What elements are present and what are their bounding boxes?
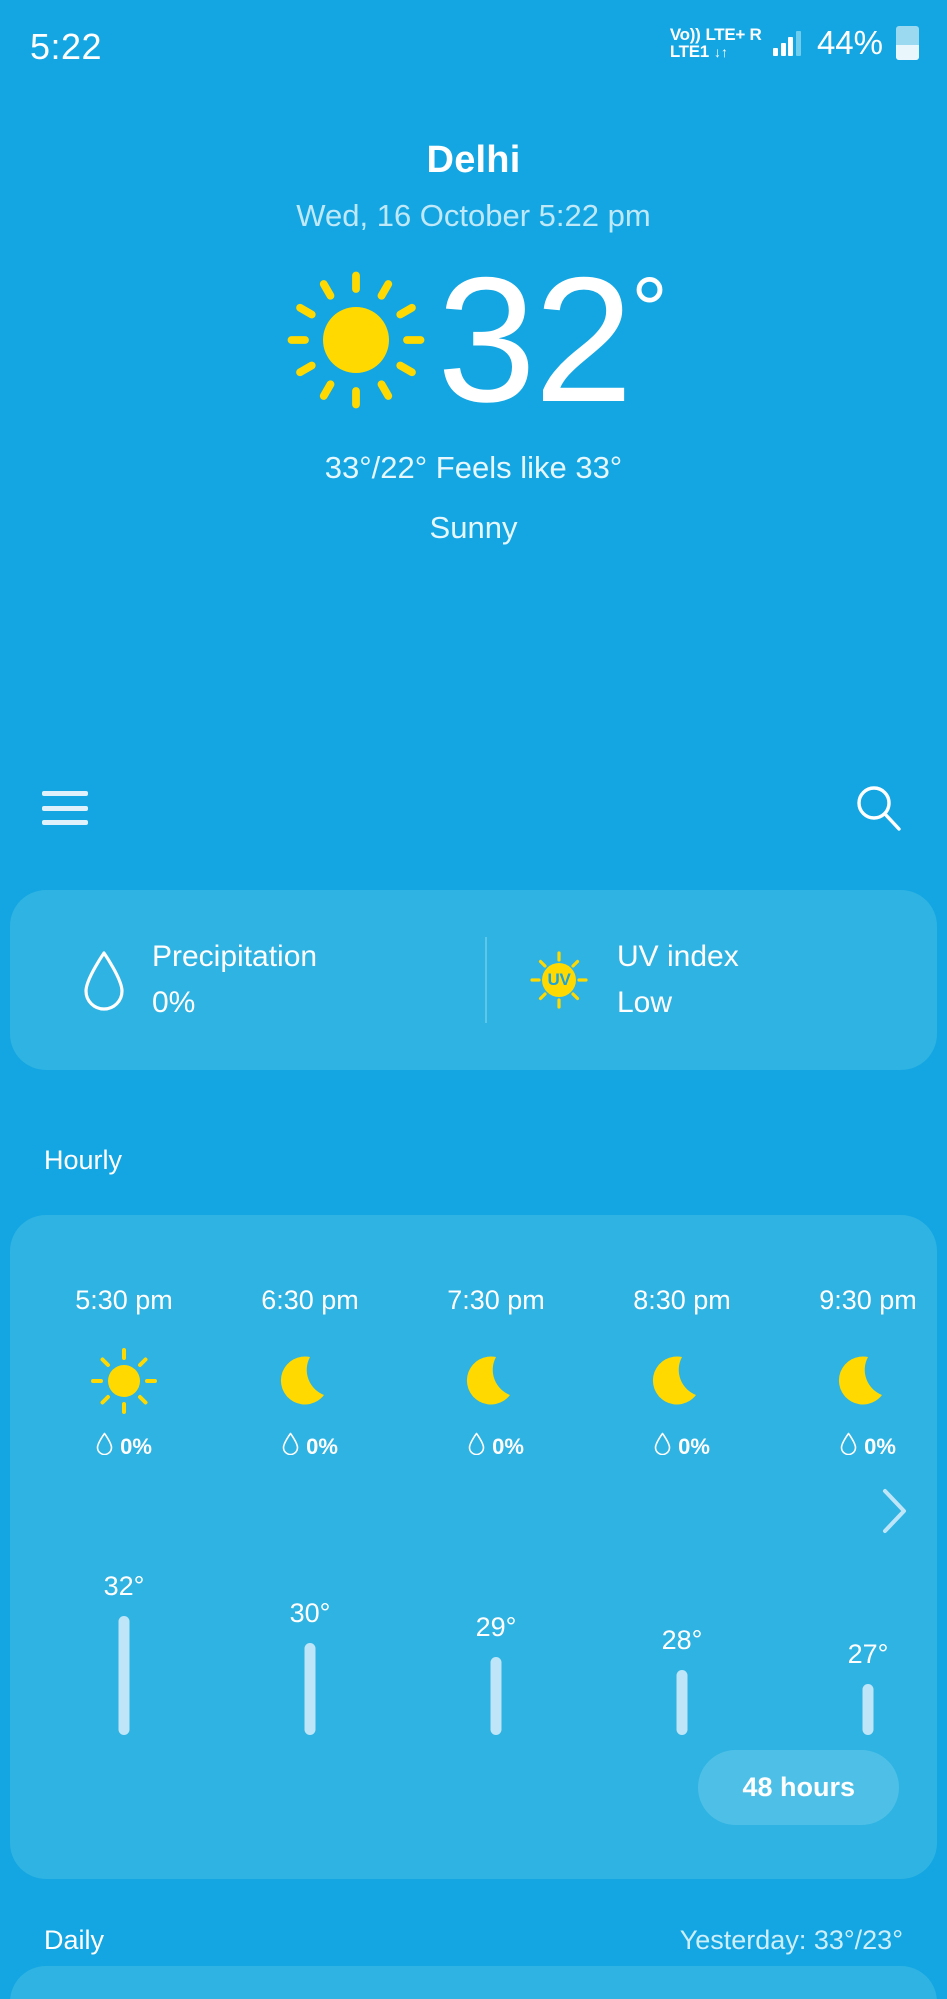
water-drop-icon xyxy=(82,949,126,1011)
temperature-bar: 29° xyxy=(420,1505,572,1735)
current-temperature-value: 32 xyxy=(437,239,633,439)
card-divider xyxy=(485,937,487,1023)
moon-icon xyxy=(792,1338,944,1424)
hourly-precipitation-value: 0% xyxy=(864,1433,896,1459)
hourly-precipitation: 0% xyxy=(792,1432,944,1461)
hourly-entry[interactable]: 8:30 pm 0% xyxy=(606,1285,758,1461)
battery-percent-label: 44% xyxy=(816,24,883,61)
temperature-bar: 28° xyxy=(606,1505,758,1735)
hourly-time: 5:30 pm xyxy=(75,1285,173,1315)
hourly-entry[interactable]: 9:30 pm 0% xyxy=(792,1285,944,1461)
status-bar-clock: 5:22 xyxy=(30,26,103,67)
temperature-bar-label: 32° xyxy=(103,1571,145,1602)
degree-symbol: ° xyxy=(631,258,668,361)
sun-icon xyxy=(281,265,431,415)
temperature-bar-label: 30° xyxy=(289,1598,331,1629)
status-bar-indicators: Vo)) LTE+ R LTE1 ↓↑ 44% xyxy=(670,24,919,62)
temperature-bar-fill xyxy=(676,1670,688,1735)
hourly-entry[interactable]: 7:30 pm 0% xyxy=(420,1285,572,1461)
hourly-time: 7:30 pm xyxy=(447,1285,545,1315)
current-temperature: 32 ° xyxy=(437,239,668,439)
current-datetime: Wed, 16 October 5:22 pm xyxy=(296,197,651,233)
uv-index-label: UV index xyxy=(617,940,739,973)
daily-section-label: Daily xyxy=(44,1925,105,1955)
temperature-bar-label: 29° xyxy=(475,1611,517,1642)
network-indicator-group: Vo)) LTE+ R LTE1 ↓↑ xyxy=(670,26,762,60)
hourly-precipitation-value: 0% xyxy=(492,1433,524,1459)
hourly-time: 8:30 pm xyxy=(633,1285,731,1315)
hourly-precipitation-value: 0% xyxy=(678,1433,710,1459)
temperature-bar-fill xyxy=(118,1616,130,1735)
yesterday-summary: Yesterday: 33°/23° xyxy=(679,1925,903,1955)
hourly-section-label: Hourly xyxy=(44,1145,123,1175)
precipitation-label: Precipitation xyxy=(152,940,318,973)
moon-icon xyxy=(606,1338,758,1424)
water-drop-icon xyxy=(282,1432,299,1461)
moon-icon xyxy=(420,1338,572,1424)
temperature-bar-label: 28° xyxy=(661,1625,703,1656)
hourly-forecast-card[interactable]: 5:30 pm 0% 6:30 pm 0% 7:30 pm 0% 8:30 pm… xyxy=(10,1215,937,1879)
hourly-time: 9:30 pm xyxy=(819,1285,917,1315)
temperature-bar: 27° xyxy=(792,1505,944,1735)
high-low-feels-like: 33°/22° Feels like 33° xyxy=(324,449,623,485)
sun-icon xyxy=(48,1338,200,1424)
volte-icon: Vo)) xyxy=(669,25,701,44)
signal-bars-icon xyxy=(773,30,801,56)
hourly-temperature-chart: 32° 30° 29° 28° 27° xyxy=(10,1505,937,1735)
48-hours-button[interactable]: 48 hours xyxy=(698,1750,899,1825)
water-drop-icon xyxy=(654,1432,671,1461)
temperature-bar-fill xyxy=(304,1643,316,1735)
search-icon[interactable] xyxy=(853,782,905,834)
hourly-time: 6:30 pm xyxy=(261,1285,359,1315)
uv-index-value: Low xyxy=(617,986,673,1019)
moon-icon xyxy=(234,1338,386,1424)
current-temperature-row: 32 ° xyxy=(0,239,947,439)
hourly-precipitation-value: 0% xyxy=(120,1433,152,1459)
current-weather-hero: Delhi Wed, 16 October 5:22 pm 32 ° 33°/2… xyxy=(0,139,947,546)
hamburger-menu-icon[interactable] xyxy=(42,788,88,828)
hourly-entry[interactable]: 5:30 pm 0% xyxy=(48,1285,200,1461)
hourly-precipitation: 0% xyxy=(606,1432,758,1461)
uv-icon-label: UV xyxy=(547,970,571,989)
conditions-card[interactable]: Precipitation 0% UV UV index Low xyxy=(10,890,937,1070)
precipitation-block[interactable]: Precipitation 0% xyxy=(20,940,485,1020)
temperature-bar-fill xyxy=(490,1656,502,1735)
hourly-precipitation-value: 0% xyxy=(306,1433,338,1459)
uv-index-block[interactable]: UV UV index Low xyxy=(487,940,739,1020)
temperature-bar-label: 27° xyxy=(847,1638,889,1669)
temperature-bar-fill xyxy=(862,1683,874,1735)
water-drop-icon xyxy=(840,1432,857,1461)
city-name[interactable]: Delhi xyxy=(0,139,947,182)
sim-label: LTE1 xyxy=(669,42,709,61)
hourly-precipitation: 0% xyxy=(48,1432,200,1461)
battery-icon xyxy=(896,26,919,60)
uv-sun-icon: UV xyxy=(527,948,591,1012)
hourly-entry[interactable]: 6:30 pm 0% xyxy=(234,1285,386,1461)
weather-condition: Sunny xyxy=(429,509,518,545)
precipitation-value: 0% xyxy=(152,986,196,1019)
network-type-label: LTE+ R xyxy=(705,25,762,44)
data-transfer-arrows-icon: ↓↑ xyxy=(713,44,728,60)
action-bar xyxy=(0,770,947,860)
hourly-precipitation: 0% xyxy=(420,1432,572,1461)
water-drop-icon xyxy=(468,1432,485,1461)
status-bar: 5:22 Vo)) LTE+ R LTE1 ↓↑ 44% xyxy=(0,0,947,92)
chevron-right-icon[interactable] xyxy=(877,1485,911,1537)
temperature-bar: 32° xyxy=(48,1505,200,1735)
hourly-precipitation: 0% xyxy=(234,1432,386,1461)
water-drop-icon xyxy=(96,1432,113,1461)
daily-forecast-card[interactable] xyxy=(10,1966,937,1999)
temperature-bar: 30° xyxy=(234,1505,386,1735)
